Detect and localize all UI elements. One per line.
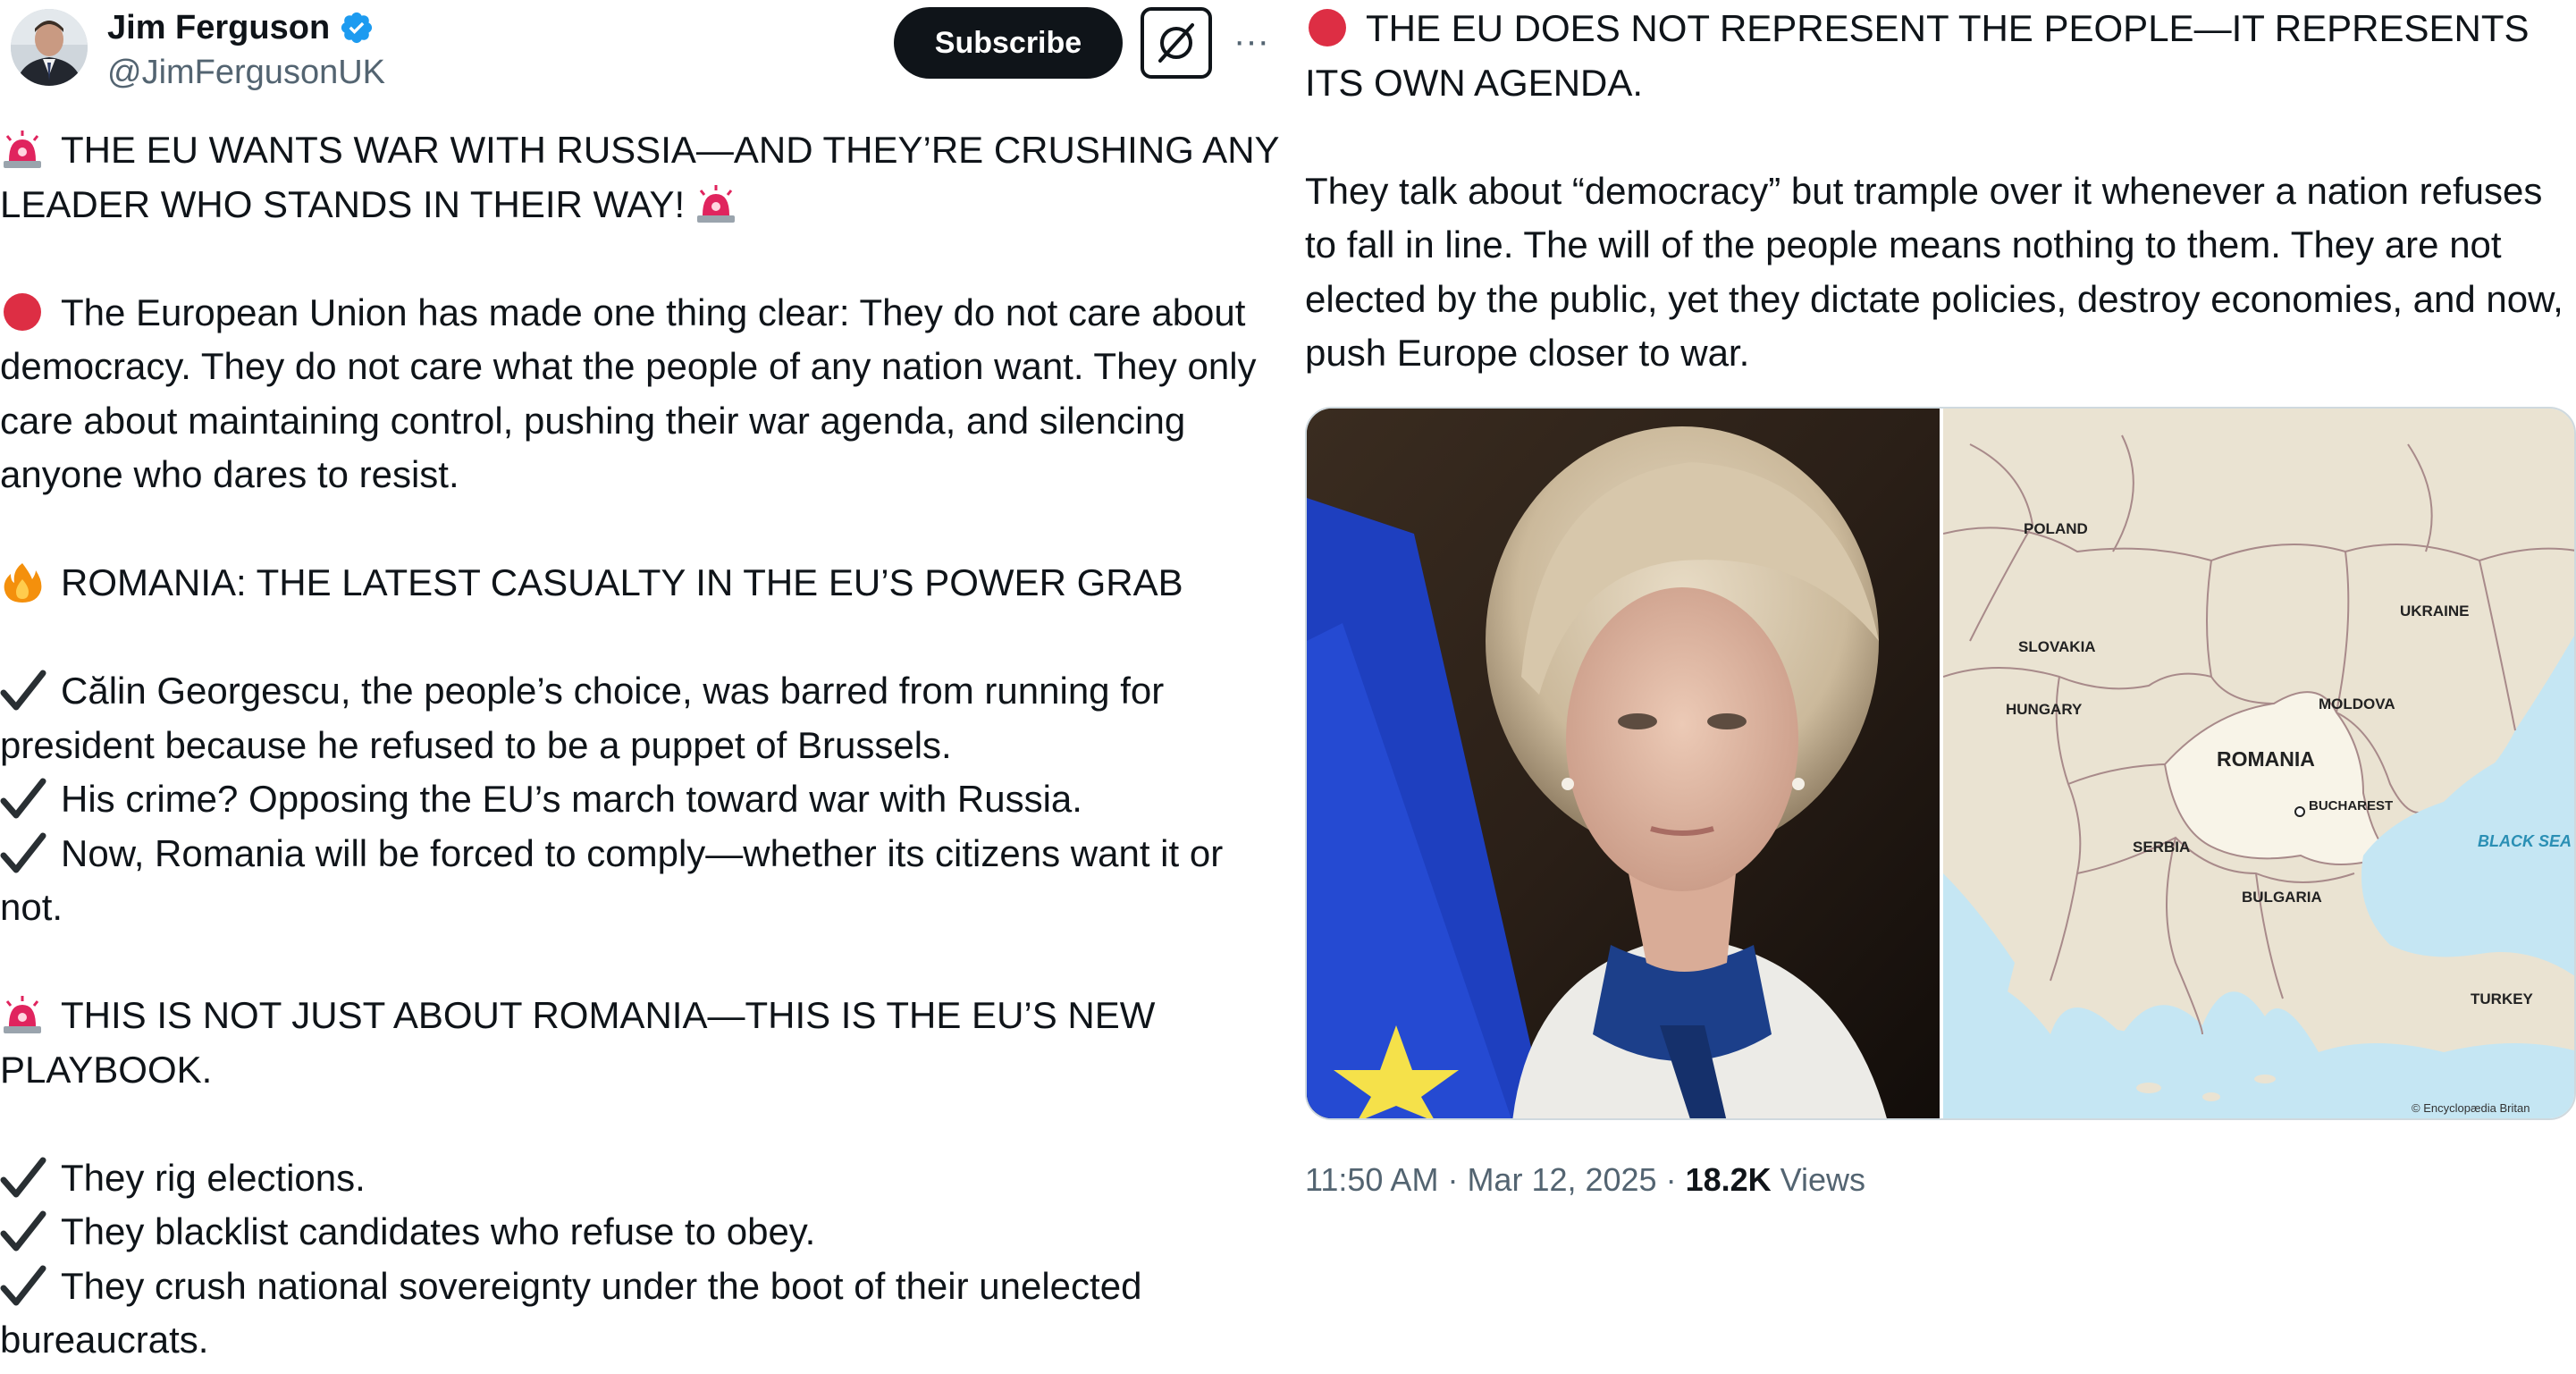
check-item-4-text: They rig elections. — [61, 1156, 366, 1199]
check-item-3-text: Now, Romania will be forced to comply—wh… — [0, 831, 1224, 929]
separator: · — [1656, 1161, 1686, 1198]
check-item-2-text: His crime? Opposing the EU’s march towar… — [61, 778, 1082, 820]
views-count[interactable]: 18.2K — [1686, 1161, 1772, 1198]
check-mark-icon — [0, 670, 46, 711]
red-circle-emoji-icon — [0, 291, 45, 333]
author-handle[interactable]: @JimFergusonUK — [107, 52, 385, 93]
map-label-poland: POLAND — [2024, 520, 2088, 537]
bucharest-marker-icon — [2294, 806, 2305, 817]
map-image: POLAND UKRAINE SLOVAKIA HUNGARY MOLDOVA … — [1942, 409, 2574, 1118]
author-display-name[interactable]: Jim Ferguson — [107, 7, 330, 48]
check-mark-icon — [0, 1265, 46, 1306]
avatar-image — [11, 9, 88, 86]
media-photo[interactable] — [1307, 409, 1940, 1118]
map-credit: © Encyclopædia Britan — [2412, 1101, 2530, 1115]
headline-2: ROMANIA: THE LATEST CASUALTY IN THE EU’S… — [0, 556, 1287, 611]
map-label-serbia: SERBIA — [2133, 839, 2190, 856]
author-name[interactable]: Jim Ferguson — [107, 7, 375, 48]
check-item-1: Călin Georgescu, the people’s choice, wa… — [0, 664, 1287, 772]
headline-2-text: ROMANIA: THE LATEST CASUALTY IN THE EU’S… — [61, 561, 1183, 603]
check-mark-icon — [0, 778, 46, 819]
paragraph-1-text: The European Union has made one thing cl… — [0, 291, 1257, 496]
map-label-ukraine: UKRAINE — [2400, 603, 2469, 620]
media-map[interactable]: POLAND UKRAINE SLOVAKIA HUNGARY MOLDOVA … — [1940, 409, 2574, 1118]
map-label-romania: ROMANIA — [2217, 747, 2315, 771]
post-time[interactable]: 11:50 AM — [1305, 1161, 1438, 1198]
fire-emoji-icon — [0, 561, 45, 603]
siren-emoji-icon — [0, 129, 45, 170]
headline-1-text: THE EU WANTS WAR WITH RUSSIA—AND THEY’RE… — [0, 129, 1279, 225]
check-item-2: His crime? Opposing the EU’s march towar… — [0, 772, 1287, 827]
avatar[interactable] — [11, 9, 88, 86]
subscribe-button[interactable]: Subscribe — [894, 7, 1123, 79]
check-mark-icon — [0, 1210, 46, 1252]
portrait-image — [1307, 409, 1940, 1118]
tweet-meta: 11:50 AM · Mar 12, 2025 · 18.2K Views — [1305, 1158, 1865, 1202]
map-label-hungary: HUNGARY — [2006, 701, 2083, 718]
tweet-text-right: THE EU DOES NOT REPRESENT THE PEOPLE—IT … — [1305, 2, 2576, 381]
headline-3: THIS IS NOT JUST ABOUT ROMANIA—THIS IS T… — [0, 989, 1287, 1097]
headline-4: THE EU DOES NOT REPRESENT THE PEOPLE—IT … — [1305, 2, 2576, 110]
headline-3-text: THIS IS NOT JUST ABOUT ROMANIA—THIS IS T… — [0, 994, 1156, 1091]
map-label-bucharest: BUCHAREST — [2309, 798, 2393, 813]
check-mark-icon — [0, 1157, 46, 1198]
paragraph-1: The European Union has made one thing cl… — [0, 286, 1287, 502]
check-item-6-text: They crush national sovereignty under th… — [0, 1264, 1142, 1361]
map-label-bulgaria: BULGARIA — [2242, 889, 2322, 906]
map-label-moldova: MOLDOVA — [2319, 695, 2395, 712]
siren-emoji-icon — [694, 183, 738, 224]
check-item-6: They crush national sovereignty under th… — [0, 1260, 1287, 1368]
check-item-5: They blacklist candidates who refuse to … — [0, 1205, 1287, 1260]
check-mark-icon — [0, 832, 46, 873]
tweet-left-column: Jim Ferguson @JimFergusonUK Subscribe ··… — [0, 0, 1287, 1374]
more-options-icon[interactable]: ··· — [1226, 16, 1276, 66]
red-circle-emoji-icon — [1305, 7, 1350, 48]
siren-emoji-icon — [0, 994, 45, 1035]
check-item-4: They rig elections. — [0, 1151, 1287, 1206]
map-label-black-sea: BLACK SEA — [2478, 832, 2572, 850]
paragraph-2: They talk about “democracy” but trample … — [1305, 169, 2563, 375]
map-label-turkey: TURKEY — [2471, 990, 2534, 1007]
separator: · — [1438, 1161, 1468, 1198]
tweet-header: Jim Ferguson @JimFergusonUK Subscribe ··… — [0, 0, 1287, 116]
map-label-slovakia: SLOVAKIA — [2018, 638, 2096, 655]
check-item-1-text: Călin Georgescu, the people’s choice, wa… — [0, 670, 1165, 766]
tweet-media[interactable]: POLAND UKRAINE SLOVAKIA HUNGARY MOLDOVA … — [1305, 407, 2576, 1120]
check-item-3: Now, Romania will be forced to comply—wh… — [0, 827, 1287, 935]
headline-4-text: THE EU DOES NOT REPRESENT THE PEOPLE—IT … — [1305, 7, 2530, 104]
views-label: Views — [1771, 1161, 1866, 1198]
tweet-text-left: THE EU WANTS WAR WITH RUSSIA—AND THEY’RE… — [0, 123, 1287, 1368]
post-date[interactable]: Mar 12, 2025 — [1467, 1161, 1656, 1198]
grok-button[interactable] — [1141, 7, 1212, 79]
verified-badge-icon[interactable] — [339, 10, 375, 46]
headline-1: THE EU WANTS WAR WITH RUSSIA—AND THEY’RE… — [0, 123, 1287, 232]
tweet-right-column: THE EU DOES NOT REPRESENT THE PEOPLE—IT … — [1305, 0, 2576, 1374]
grok-icon — [1158, 23, 1194, 63]
check-item-5-text: They blacklist candidates who refuse to … — [61, 1210, 816, 1252]
